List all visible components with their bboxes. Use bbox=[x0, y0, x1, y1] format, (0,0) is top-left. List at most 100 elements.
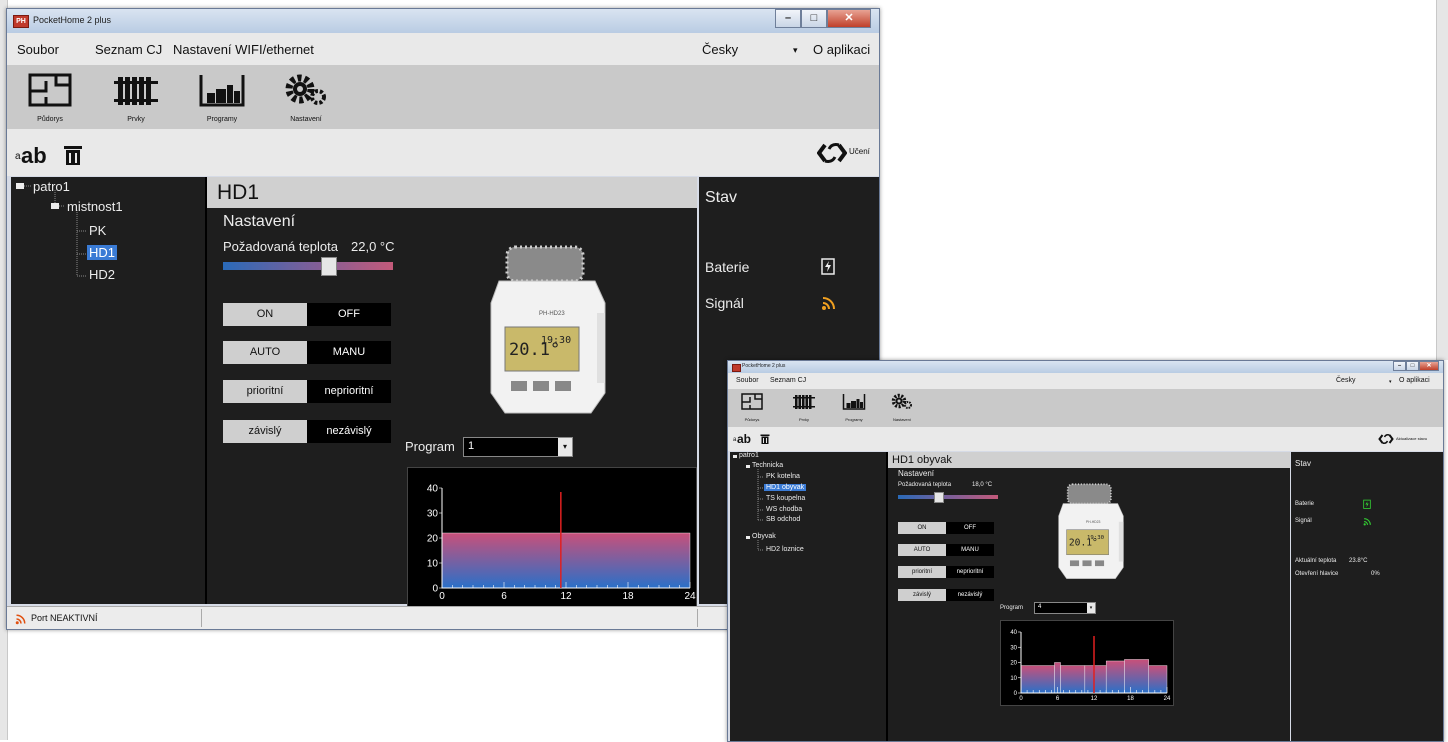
program-chart: 0 6 12 18 24 0 10 20 30 40 bbox=[1000, 620, 1174, 706]
trash-icon[interactable] bbox=[760, 433, 770, 445]
refresh-icon[interactable] bbox=[817, 141, 847, 165]
menu-network[interactable]: Nastavení WIFI/ethernet bbox=[173, 42, 314, 57]
chevron-down-icon[interactable]: ▾ bbox=[1087, 603, 1095, 613]
priority-button[interactable]: prioritní bbox=[898, 566, 946, 578]
tree-node-hd1[interactable]: HD1 bbox=[87, 245, 118, 260]
radiator-icon bbox=[114, 77, 158, 105]
app-icon bbox=[732, 364, 741, 372]
dependent-button[interactable]: závislý bbox=[223, 420, 307, 443]
tree-node-room[interactable]: mistnost1 bbox=[67, 199, 123, 214]
tree-node-ts[interactable]: TS koupelna bbox=[766, 495, 805, 502]
refresh-label[interactable]: Učení bbox=[849, 147, 870, 156]
x-tick-label: 18 bbox=[1127, 696, 1134, 702]
y-tick-label: 30 bbox=[1010, 645, 1017, 651]
signal-label: Signál bbox=[705, 295, 744, 311]
program-select[interactable]: 4 ▾ bbox=[1034, 602, 1096, 614]
off-button[interactable]: OFF bbox=[946, 522, 994, 534]
battery-label: Baterie bbox=[705, 259, 750, 275]
rename-icon[interactable]: ab bbox=[21, 143, 47, 169]
close-button[interactable]: ✕ bbox=[1419, 361, 1439, 371]
program-select[interactable]: 1 ▾ bbox=[463, 437, 573, 457]
floorplan-tool[interactable]: Půdorys bbox=[732, 392, 772, 422]
device-title: HD1 obyvak bbox=[888, 452, 1290, 468]
tree-node-floor[interactable]: patro1 bbox=[739, 452, 759, 459]
tree-node-pk[interactable]: PK kotelna bbox=[766, 473, 800, 480]
trash-icon[interactable] bbox=[63, 144, 83, 166]
menu-file[interactable]: Soubor bbox=[17, 42, 59, 57]
chart-svg: 0 6 12 18 24 0 10 20 30 40 bbox=[427, 483, 696, 602]
menu-list[interactable]: Seznam CJ bbox=[770, 377, 806, 384]
auto-button[interactable]: AUTO bbox=[898, 544, 946, 556]
auto-button[interactable]: AUTO bbox=[223, 341, 307, 364]
dependent-button[interactable]: závislý bbox=[898, 589, 946, 601]
y-tick-label: 0 bbox=[1014, 691, 1018, 697]
chart-segment bbox=[1060, 665, 1086, 694]
current-temp-value: 23.8°C bbox=[1349, 558, 1368, 564]
device-title: HD1 bbox=[207, 177, 697, 208]
temp-slider[interactable] bbox=[223, 262, 393, 270]
elements-tool[interactable]: Prvky bbox=[784, 392, 824, 422]
tree-node-sb[interactable]: SB odchod bbox=[766, 516, 800, 523]
dependency-toggle: závislý nezávislý bbox=[898, 589, 994, 601]
x-tick-label: 12 bbox=[1091, 696, 1098, 702]
chevron-down-icon[interactable]: ▾ bbox=[1389, 379, 1392, 385]
manu-button[interactable]: MANU bbox=[307, 341, 391, 364]
y-tick-label: 20 bbox=[427, 533, 439, 544]
tree-node-pk[interactable]: PK bbox=[89, 223, 106, 238]
tree-node-room-obyvak[interactable]: Obyvak bbox=[752, 533, 776, 540]
signal-icon bbox=[1363, 518, 1371, 526]
title-bar[interactable]: PH PocketHome 2 plus – □ ✕ bbox=[7, 9, 879, 33]
refresh-icon[interactable] bbox=[1378, 433, 1394, 445]
radiator-icon bbox=[793, 395, 815, 409]
rename-icon[interactable]: ab bbox=[737, 432, 751, 446]
title-bar[interactable]: PocketHome 2 plus – □ ✕ bbox=[728, 361, 1443, 373]
manu-button[interactable]: MANU bbox=[946, 544, 994, 556]
menu-about[interactable]: O aplikaci bbox=[813, 42, 870, 57]
programs-tool[interactable]: Programy bbox=[834, 392, 874, 422]
language-select[interactable]: Česky bbox=[702, 42, 738, 57]
maximize-button[interactable]: □ bbox=[801, 9, 827, 28]
tree-node-floor[interactable]: patro1 bbox=[33, 179, 70, 194]
independent-button[interactable]: nezávislý bbox=[946, 589, 994, 601]
tree-node-hd2[interactable]: HD2 bbox=[89, 267, 115, 282]
programs-label: Programy bbox=[845, 417, 863, 422]
nopriority-button[interactable]: neprioritní bbox=[946, 566, 994, 578]
chevron-down-icon[interactable]: ▾ bbox=[793, 45, 798, 56]
menu-list[interactable]: Seznam CJ bbox=[95, 42, 162, 57]
tree-node-hd2[interactable]: HD2 loznice bbox=[766, 546, 804, 553]
temp-slider[interactable] bbox=[898, 495, 998, 499]
y-tick-label: 0 bbox=[432, 583, 438, 594]
valve-value: 0% bbox=[1371, 571, 1380, 577]
brand-text: PH-HD23 bbox=[539, 311, 565, 317]
tree-node-ws[interactable]: WS chodba bbox=[766, 506, 802, 513]
refresh-label[interactable]: Aktualizace stavu bbox=[1396, 436, 1427, 441]
language-select[interactable]: Česky bbox=[1336, 377, 1355, 384]
settings-tool[interactable]: Nastavení bbox=[271, 71, 341, 123]
priority-toggle: prioritní neprioritní bbox=[223, 380, 391, 403]
tree-node-hd1[interactable]: HD1 obyvak bbox=[764, 484, 807, 491]
minimize-button[interactable]: – bbox=[1393, 361, 1406, 371]
maximize-button[interactable]: □ bbox=[1406, 361, 1419, 371]
x-tick-label: 12 bbox=[560, 591, 572, 602]
chevron-down-icon[interactable]: ▾ bbox=[558, 438, 572, 456]
minimize-button[interactable]: – bbox=[775, 9, 801, 28]
slider-thumb[interactable] bbox=[934, 492, 944, 503]
slider-thumb[interactable] bbox=[321, 257, 338, 276]
menu-about[interactable]: O aplikaci bbox=[1399, 377, 1430, 384]
off-button[interactable]: OFF bbox=[307, 303, 391, 326]
elements-tool[interactable]: Prvky bbox=[101, 71, 171, 123]
priority-button[interactable]: prioritní bbox=[223, 380, 307, 403]
on-button[interactable]: ON bbox=[898, 522, 946, 534]
battery-label: Baterie bbox=[1295, 501, 1315, 507]
tree-node-room-technicka[interactable]: Technicka bbox=[752, 462, 783, 469]
nopriority-button[interactable]: neprioritní bbox=[307, 380, 391, 403]
settings-tool[interactable]: Nastavení bbox=[882, 392, 922, 422]
state-title: Stav bbox=[1295, 459, 1312, 468]
close-button[interactable]: ✕ bbox=[827, 9, 871, 28]
floorplan-tool[interactable]: Půdorys bbox=[15, 71, 85, 123]
programs-tool[interactable]: Programy bbox=[187, 71, 257, 123]
on-button[interactable]: ON bbox=[223, 303, 307, 326]
menu-file[interactable]: Soubor bbox=[736, 377, 759, 384]
independent-button[interactable]: nezávislý bbox=[307, 420, 391, 443]
power-toggle: ON OFF bbox=[898, 522, 994, 534]
